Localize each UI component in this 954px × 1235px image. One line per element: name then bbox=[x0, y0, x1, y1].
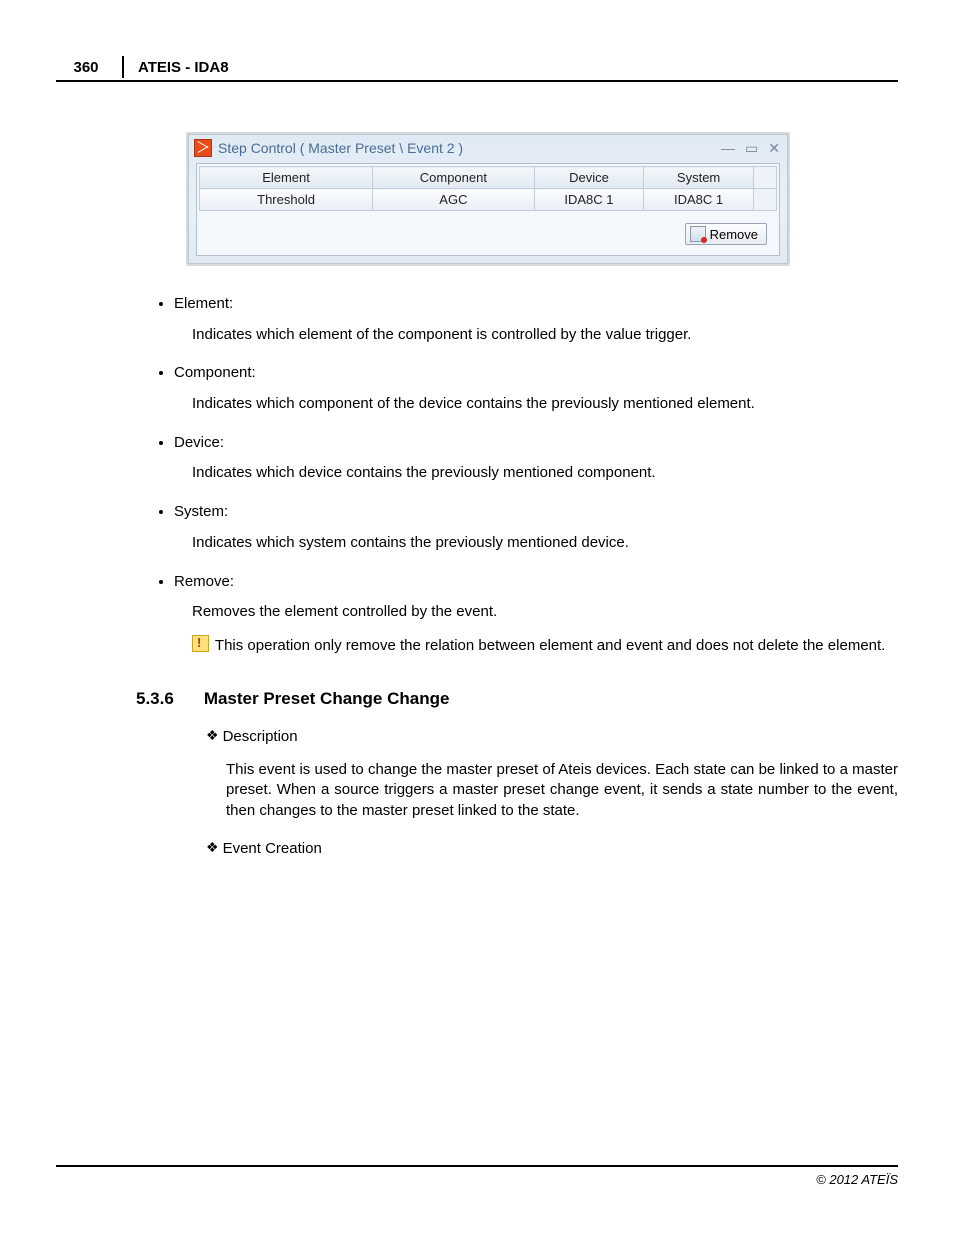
warning-icon bbox=[192, 635, 209, 652]
description-paragraph: This event is used to change the master … bbox=[226, 760, 898, 822]
def-desc: Indicates which component of the device … bbox=[192, 394, 898, 415]
def-desc: Removes the element controlled by the ev… bbox=[192, 602, 898, 623]
list-item: Remove: Removes the element controlled b… bbox=[174, 572, 898, 657]
cell-element: Threshold bbox=[200, 189, 373, 211]
list-item: Device: Indicates which device contains … bbox=[174, 433, 898, 484]
remove-icon bbox=[690, 226, 706, 242]
cell-device: IDA8C 1 bbox=[534, 189, 644, 211]
def-desc: Indicates which element of the component… bbox=[192, 325, 898, 346]
remove-button-label: Remove bbox=[710, 227, 758, 242]
close-icon[interactable]: ✕ bbox=[768, 140, 780, 157]
cell-system: IDA8C 1 bbox=[644, 189, 754, 211]
list-item: Element: Indicates which element of the … bbox=[174, 294, 898, 345]
step-control-dialog: Step Control ( Master Preset \ Event 2 )… bbox=[186, 132, 790, 266]
cell-component: AGC bbox=[373, 189, 535, 211]
column-header-component[interactable]: Component bbox=[373, 167, 535, 189]
page-footer: © 2012 ATEÏS bbox=[56, 1165, 898, 1187]
minimize-icon[interactable]: — bbox=[721, 140, 735, 157]
def-desc: Indicates which device contains the prev… bbox=[192, 463, 898, 484]
definitions-list: Element: Indicates which element of the … bbox=[156, 294, 898, 657]
column-header-element[interactable]: Element bbox=[200, 167, 373, 189]
page-header: 360 ATEIS - IDA8 bbox=[56, 56, 898, 82]
def-term: System: bbox=[174, 503, 228, 520]
list-item: System: Indicates which system contains … bbox=[174, 502, 898, 553]
column-header-system[interactable]: System bbox=[644, 167, 754, 189]
def-desc: Indicates which system contains the prev… bbox=[192, 533, 898, 554]
dialog-titlebar[interactable]: Step Control ( Master Preset \ Event 2 )… bbox=[188, 134, 788, 163]
section-title: Master Preset Change Change bbox=[204, 687, 450, 710]
remove-button[interactable]: Remove bbox=[685, 223, 767, 245]
cell-spacer bbox=[753, 189, 776, 211]
def-term: Element: bbox=[174, 295, 233, 312]
bullet-icon: ❖ bbox=[206, 727, 219, 743]
header-divider bbox=[122, 56, 124, 78]
def-term: Device: bbox=[174, 434, 224, 451]
list-item: Component: Indicates which component of … bbox=[174, 363, 898, 414]
warning-text: This operation only remove the relation … bbox=[215, 637, 885, 654]
column-header-spacer bbox=[753, 167, 776, 189]
step-control-table: Element Component Device System Threshol… bbox=[199, 166, 777, 211]
column-header-device[interactable]: Device bbox=[534, 167, 644, 189]
app-icon bbox=[194, 139, 212, 157]
section-number: 5.3.6 bbox=[136, 687, 174, 710]
dialog-body: Element Component Device System Threshol… bbox=[196, 163, 780, 256]
dialog-title: Step Control ( Master Preset \ Event 2 ) bbox=[218, 140, 715, 156]
document-title: ATEIS - IDA8 bbox=[138, 59, 229, 76]
table-row[interactable]: Threshold AGC IDA8C 1 IDA8C 1 bbox=[200, 189, 777, 211]
bullet-icon: ❖ bbox=[206, 839, 219, 855]
page-number: 360 bbox=[56, 59, 122, 76]
subhead-event-creation: ❖Event Creation bbox=[206, 838, 898, 860]
def-term: Component: bbox=[174, 364, 256, 381]
maximize-icon[interactable]: ▭ bbox=[745, 140, 758, 157]
subhead-description: ❖Description bbox=[206, 726, 898, 748]
def-term: Remove: bbox=[174, 573, 234, 590]
